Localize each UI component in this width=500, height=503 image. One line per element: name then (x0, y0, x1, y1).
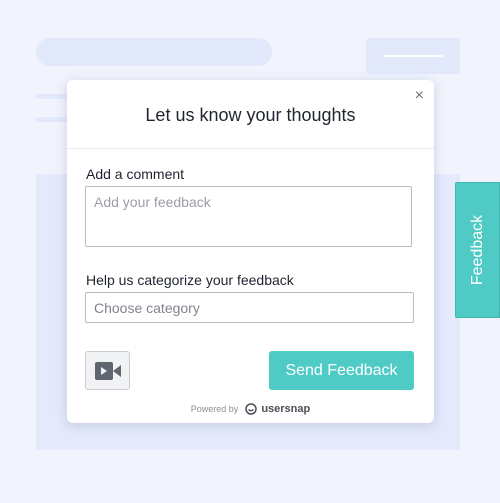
feedback-tab-label: Feedback (468, 214, 486, 286)
category-label: Help us categorize your feedback (86, 272, 294, 288)
background-button (366, 38, 460, 74)
comment-label: Add a comment (86, 166, 185, 182)
send-feedback-button[interactable]: Send Feedback (269, 351, 414, 390)
usersnap-logo-icon (245, 403, 257, 415)
video-camera-icon (94, 361, 121, 380)
powered-by: Powered by usersnap (67, 403, 434, 415)
feedback-side-tab[interactable]: Feedback (455, 182, 500, 318)
feedback-dialog: × Let us know your thoughts Add a commen… (67, 80, 434, 423)
close-icon[interactable]: × (415, 87, 424, 105)
category-select[interactable]: Choose category (85, 292, 414, 323)
powered-by-label: Powered by (190, 404, 239, 414)
usersnap-brand[interactable]: usersnap (261, 403, 310, 415)
dialog-title: Let us know your thoughts (145, 105, 356, 125)
header-divider (67, 148, 434, 149)
background-search-bar (36, 38, 272, 66)
comment-textarea[interactable]: Add your feedback (85, 186, 412, 247)
record-video-button[interactable] (85, 351, 130, 390)
